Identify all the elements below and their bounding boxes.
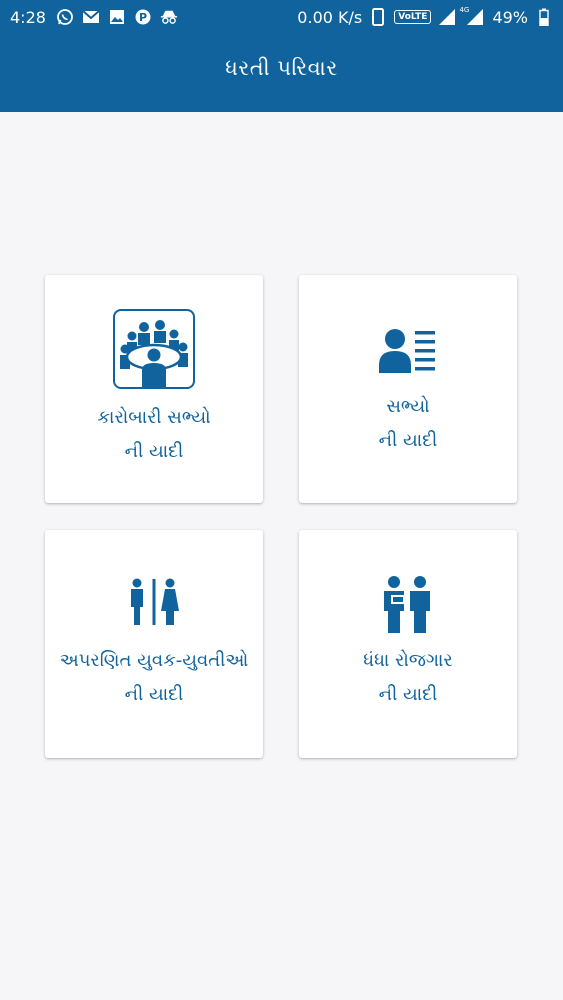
card-label: સભ્યો ની યાદી — [299, 390, 517, 458]
signal-icon — [438, 8, 456, 26]
business-people-icon — [382, 575, 434, 637]
signal-4g-label: 4G — [459, 6, 470, 14]
card-members[interactable]: સભ્યો ની યાદી — [299, 275, 517, 503]
battery-level: 49% — [492, 7, 528, 27]
meeting-group-icon — [113, 309, 195, 393]
card-label-line2: ની યાદી — [378, 430, 438, 451]
image-icon — [108, 8, 126, 26]
card-business-employment[interactable]: ધંધા રોજગાર ની યાદી — [299, 530, 517, 758]
page-title: ધરતી પરિવાર — [225, 56, 338, 80]
card-unmarried-youth[interactable]: અપરણિત યુવક-યુવતીઓ ની યાદી — [45, 530, 263, 758]
card-label-line1: અપરણિત યુવક-યુવતીઓ — [59, 650, 249, 671]
card-executive-members[interactable]: કારોબારી સભ્યો ની યાદી — [45, 275, 263, 503]
signal-4g-icon: 4G — [459, 6, 485, 26]
male-female-icon — [128, 578, 180, 630]
phone-icon — [369, 8, 387, 26]
card-label-line2: ની યાદી — [378, 684, 438, 705]
status-time: 4:28 — [10, 7, 46, 27]
incognito-icon — [160, 8, 178, 26]
card-label: ધંધા રોજગાર ની યાદી — [299, 644, 517, 712]
paytm-icon: P — [134, 8, 152, 26]
svg-text:P: P — [139, 11, 147, 24]
status-bar: 4:28 P 0.00 K/s VoLTE 4G 49% — [0, 0, 563, 34]
card-label: કારોબારી સભ્યો ની યાદી — [45, 401, 263, 469]
card-label: અપરણિત યુવક-યુવતીઓ ની યાદી — [45, 644, 263, 712]
battery-icon — [535, 8, 553, 26]
gmail-icon — [82, 8, 100, 26]
volte-badge: VoLTE — [394, 10, 432, 24]
card-label-line1: કારોબારી સભ્યો — [97, 407, 211, 428]
member-list-icon — [379, 327, 437, 379]
card-label-line1: સભ્યો — [386, 396, 430, 417]
app-bar: 4:28 P 0.00 K/s VoLTE 4G 49% ધરતી પરિવાર — [0, 0, 563, 112]
card-label-line2: ની યાદી — [124, 441, 184, 462]
card-label-line1: ધંધા રોજગાર — [363, 650, 453, 671]
card-label-line2: ની યાદી — [124, 684, 184, 705]
whatsapp-icon — [56, 8, 74, 26]
network-speed: 0.00 K/s — [297, 7, 363, 27]
